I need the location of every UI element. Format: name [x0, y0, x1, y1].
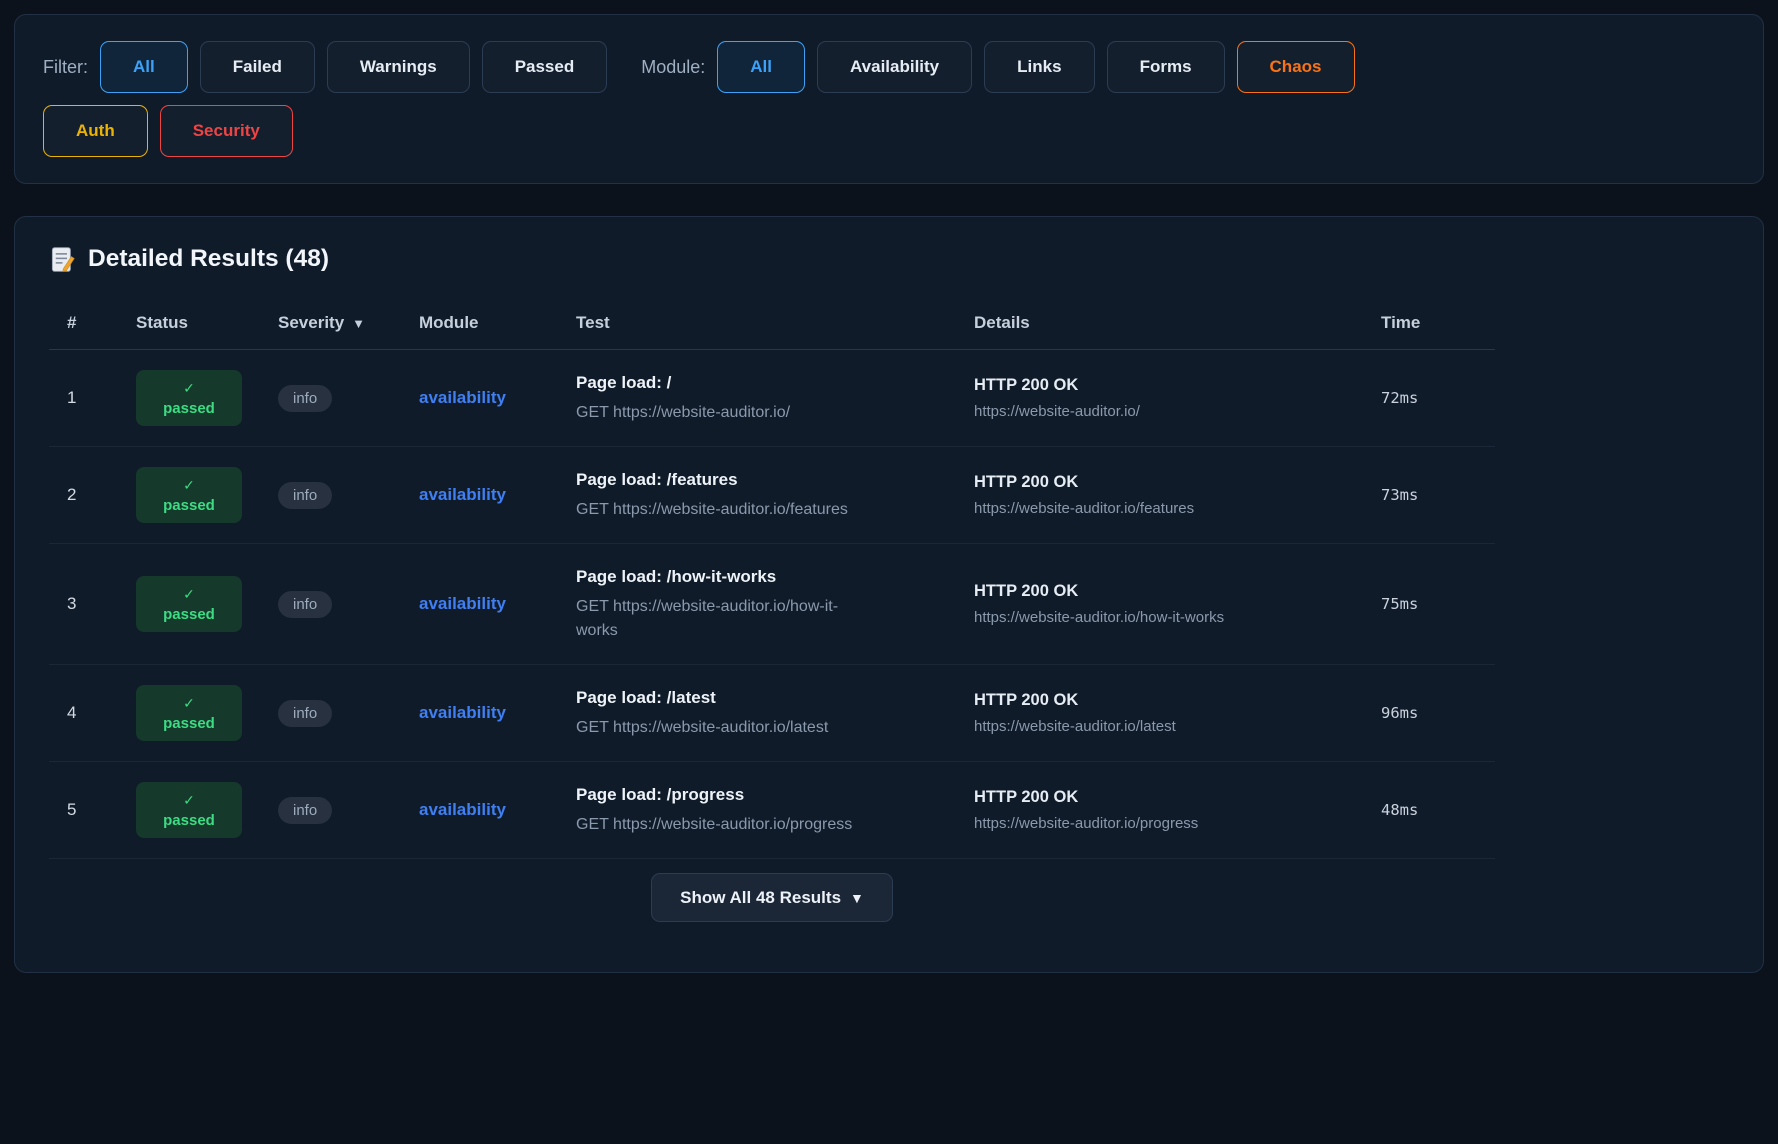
module-filter-auth[interactable]: Auth: [43, 105, 148, 157]
module-filter-availability[interactable]: Availability: [817, 41, 972, 93]
module-filter-security[interactable]: Security: [160, 105, 293, 157]
show-all-label: Show All 48 Results: [680, 888, 841, 908]
test-subtitle: GET https://website-auditor.io/how-it-wo…: [576, 595, 854, 645]
results-title: Detailed Results (48): [49, 245, 1729, 273]
status-filter-passed[interactable]: Passed: [482, 41, 608, 93]
module-name: availability: [419, 388, 576, 408]
col-details: Details: [974, 313, 1381, 333]
filter-row: AuthSecurity: [43, 105, 1735, 157]
test-subtitle: GET https://website-auditor.io/latest: [576, 716, 854, 741]
check-icon: ✓: [183, 695, 195, 712]
col-severity[interactable]: Severity ▼: [278, 313, 419, 333]
test-subtitle: GET https://website-auditor.io/: [576, 401, 854, 426]
details-title: HTTP 200 OK: [974, 691, 1341, 710]
check-icon: ✓: [183, 586, 195, 603]
status-filter-failed[interactable]: Failed: [200, 41, 315, 93]
col-test: Test: [576, 313, 974, 333]
table-header: # Status Severity ▼ Module Test Details …: [49, 313, 1495, 350]
module-filter-forms[interactable]: Forms: [1107, 41, 1225, 93]
check-icon: ✓: [183, 380, 195, 397]
details-url: https://website-auditor.io/how-it-works: [974, 609, 1341, 626]
show-all-button[interactable]: Show All 48 Results ▼: [651, 873, 893, 922]
test-title: Page load: /how-it-works: [576, 564, 854, 590]
module-name: availability: [419, 485, 576, 505]
details-title: HTTP 200 OK: [974, 473, 1341, 492]
test-subtitle: GET https://website-auditor.io/features: [576, 498, 854, 523]
table-row: 5 ✓ passed info availability Page load: …: [49, 762, 1495, 859]
severity-badge: info: [278, 385, 332, 412]
table-row: 2 ✓ passed info availability Page load: …: [49, 447, 1495, 544]
status-filter-warnings[interactable]: Warnings: [327, 41, 470, 93]
filter-card: Filter:AllFailedWarningsPassedModule:All…: [14, 14, 1764, 184]
module-name: availability: [419, 800, 576, 820]
severity-badge: info: [278, 591, 332, 618]
test-title: Page load: /features: [576, 467, 854, 493]
status-text: passed: [163, 400, 215, 417]
status-text: passed: [163, 812, 215, 829]
test-subtitle: GET https://website-auditor.io/progress: [576, 813, 854, 838]
row-time: 75ms: [1381, 595, 1495, 613]
severity-badge: info: [278, 482, 332, 509]
status-text: passed: [163, 497, 215, 514]
row-time: 96ms: [1381, 704, 1495, 722]
details-url: https://website-auditor.io/features: [974, 500, 1341, 517]
row-index: 3: [67, 594, 136, 614]
row-index: 2: [67, 485, 136, 505]
table-row: 4 ✓ passed info availability Page load: …: [49, 665, 1495, 762]
sort-desc-icon: ▼: [352, 316, 365, 331]
details-title: HTTP 200 OK: [974, 788, 1341, 807]
row-time: 48ms: [1381, 801, 1495, 819]
test-title: Page load: /: [576, 370, 854, 396]
results-card: Detailed Results (48) # Status Severity …: [14, 216, 1764, 973]
severity-badge: info: [278, 797, 332, 824]
col-index: #: [67, 313, 136, 333]
test-title: Page load: /progress: [576, 782, 854, 808]
details-title: HTTP 200 OK: [974, 376, 1341, 395]
module-label: Module:: [641, 57, 705, 78]
module-filter-chaos[interactable]: Chaos: [1237, 41, 1355, 93]
row-index: 5: [67, 800, 136, 820]
filter-bar: Filter:AllFailedWarningsPassedModule:All…: [43, 41, 1735, 157]
details-url: https://website-auditor.io/: [974, 403, 1341, 420]
table-body: 1 ✓ passed info availability Page load: …: [49, 350, 1495, 859]
table-row: 1 ✓ passed info availability Page load: …: [49, 350, 1495, 447]
module-filter-links[interactable]: Links: [984, 41, 1094, 93]
status-badge: ✓ passed: [136, 467, 242, 523]
row-index: 4: [67, 703, 136, 723]
memo-icon: [49, 246, 76, 273]
results-title-text: Detailed Results (48): [88, 245, 329, 273]
check-icon: ✓: [183, 792, 195, 809]
chevron-down-icon: ▼: [850, 890, 864, 906]
filter-row: Filter:AllFailedWarningsPassedModule:All…: [43, 41, 1735, 93]
status-filter-all[interactable]: All: [100, 41, 188, 93]
status-text: passed: [163, 606, 215, 623]
details-url: https://website-auditor.io/progress: [974, 815, 1341, 832]
status-text: passed: [163, 715, 215, 732]
status-badge: ✓ passed: [136, 370, 242, 426]
module-filter-all[interactable]: All: [717, 41, 805, 93]
module-name: availability: [419, 703, 576, 723]
filter-label: Filter:: [43, 57, 88, 78]
status-badge: ✓ passed: [136, 782, 242, 838]
row-time: 73ms: [1381, 486, 1495, 504]
status-badge: ✓ passed: [136, 685, 242, 741]
results-table: # Status Severity ▼ Module Test Details …: [49, 313, 1495, 859]
details-title: HTTP 200 OK: [974, 582, 1341, 601]
col-severity-label: Severity: [278, 313, 344, 333]
col-status: Status: [136, 313, 278, 333]
col-module: Module: [419, 313, 576, 333]
severity-badge: info: [278, 700, 332, 727]
details-url: https://website-auditor.io/latest: [974, 718, 1341, 735]
show-all-row: Show All 48 Results ▼: [49, 873, 1495, 922]
table-row: 3 ✓ passed info availability Page load: …: [49, 544, 1495, 665]
col-time: Time: [1381, 313, 1495, 333]
test-title: Page load: /latest: [576, 685, 854, 711]
module-name: availability: [419, 594, 576, 614]
row-index: 1: [67, 388, 136, 408]
check-icon: ✓: [183, 477, 195, 494]
status-badge: ✓ passed: [136, 576, 242, 632]
row-time: 72ms: [1381, 389, 1495, 407]
